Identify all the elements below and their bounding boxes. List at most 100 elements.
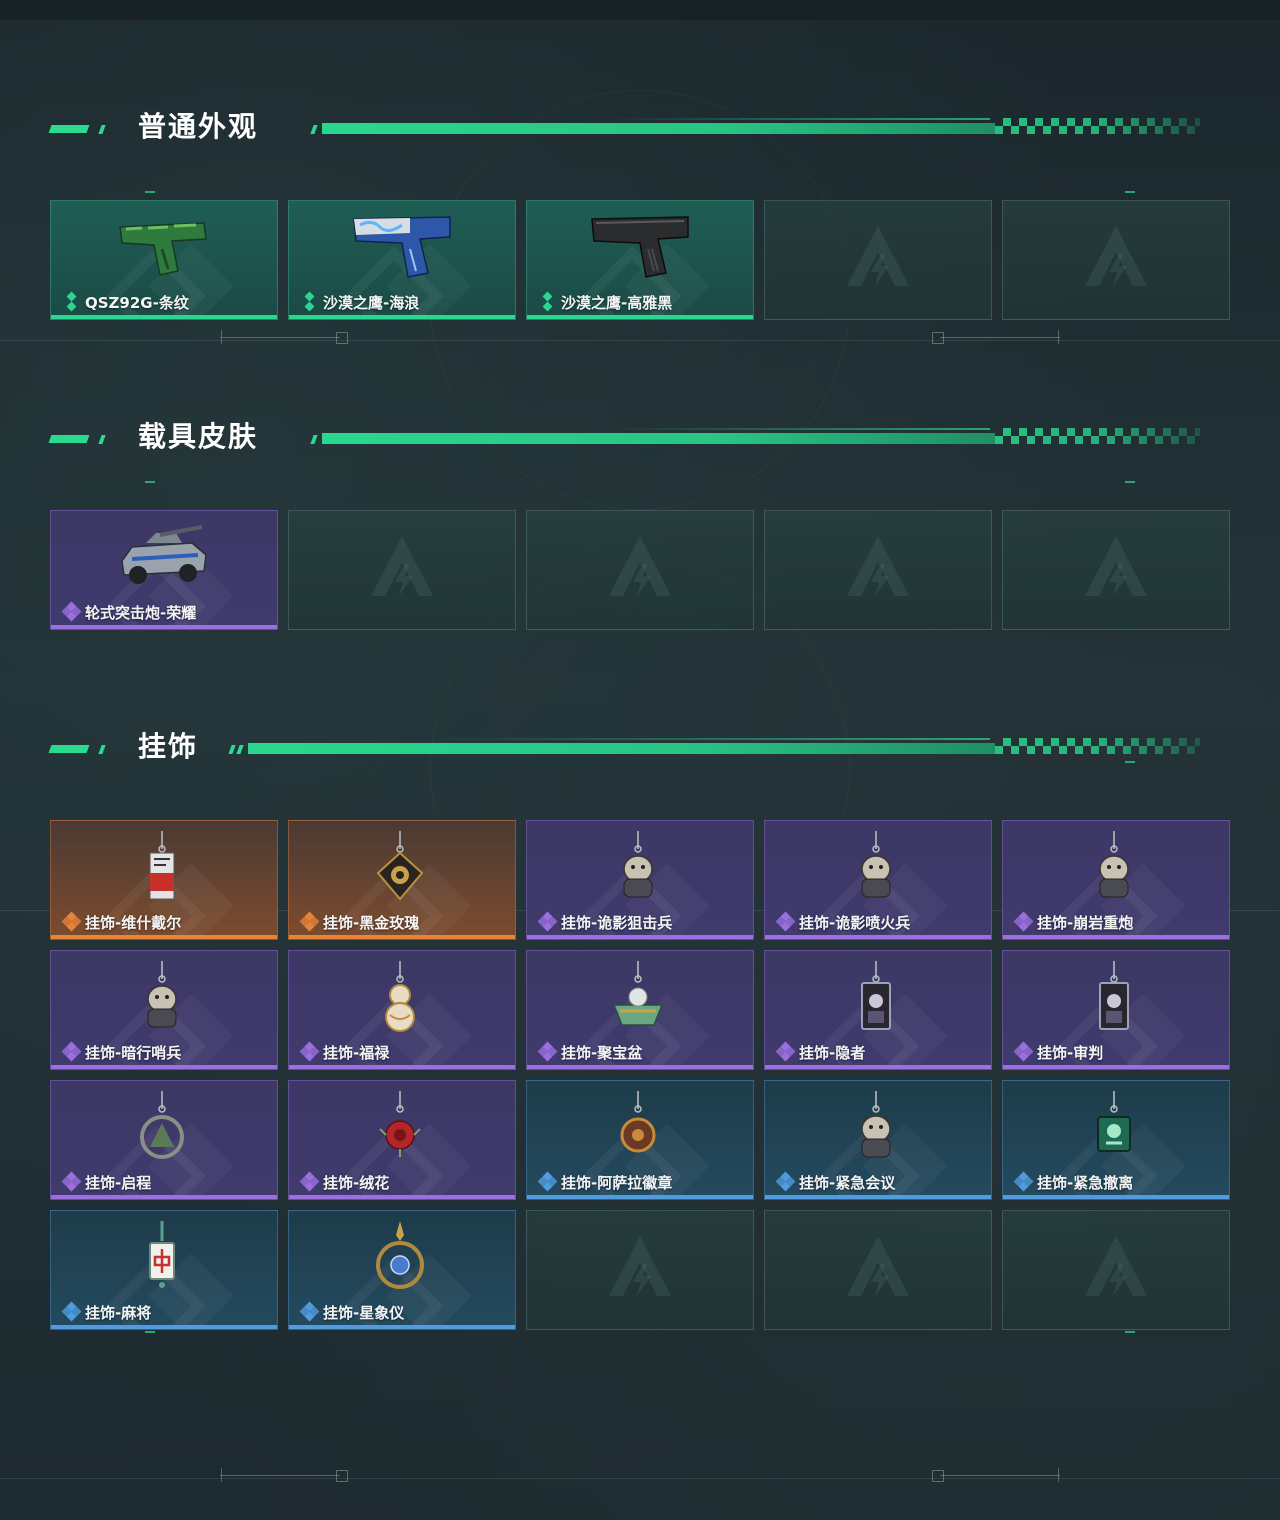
- empty-item-slot[interactable]: [764, 510, 992, 630]
- item-card[interactable]: 挂饰-崩岩重炮: [1002, 820, 1230, 940]
- header-progress-bar: [322, 123, 995, 134]
- header-thin-line: [610, 428, 990, 430]
- placeholder-logo-icon: [847, 536, 909, 597]
- rarity-stripe: [289, 1065, 515, 1069]
- charm-badge-icon: [620, 1091, 656, 1153]
- rarity-stripe: [1003, 935, 1229, 939]
- hud-line: [0, 1478, 1280, 1479]
- header-progress-bar: [322, 433, 995, 444]
- item-grid-vehicle: 轮式突击炮-荣耀: [50, 510, 1230, 630]
- charm-flower-icon: [379, 1091, 421, 1157]
- item-card[interactable]: 挂饰-麻将: [50, 1210, 278, 1330]
- placeholder-logo-icon: [371, 536, 433, 597]
- item-name: 挂饰-启程: [85, 1174, 152, 1192]
- item-card[interactable]: 挂饰-隐者: [764, 950, 992, 1070]
- charm-ring-icon: [140, 1091, 184, 1159]
- empty-item-slot[interactable]: [1002, 510, 1230, 630]
- item-card[interactable]: 挂饰-黑金玫瑰: [288, 820, 516, 940]
- item-card[interactable]: 挂饰-维什戴尔: [50, 820, 278, 940]
- rarity-orange-icon: [299, 911, 320, 932]
- rarity-stripe: [1003, 1065, 1229, 1069]
- item-name: QSZ92G-条纹: [85, 294, 189, 312]
- rarity-stripe: [765, 1065, 991, 1069]
- item-card[interactable]: 挂饰-启程: [50, 1080, 278, 1200]
- item-card[interactable]: 挂饰-星象仪: [288, 1210, 516, 1330]
- rarity-green-icon: [63, 291, 81, 312]
- item-card[interactable]: 挂饰-阿萨拉徽章: [526, 1080, 754, 1200]
- item-card[interactable]: 挂饰-福禄: [288, 950, 516, 1070]
- rarity-purple-icon: [61, 601, 82, 622]
- hud-square-marker: [336, 332, 348, 344]
- header-accent-mark: [236, 745, 244, 754]
- hud-dash: [145, 191, 155, 193]
- item-card[interactable]: 挂饰-紧急会议: [764, 1080, 992, 1200]
- header-thin-line: [430, 738, 990, 740]
- charm-card-icon: [861, 961, 891, 1030]
- item-card[interactable]: QSZ92G-条纹: [50, 200, 278, 320]
- empty-item-slot[interactable]: [526, 510, 754, 630]
- item-name: 挂饰-绒花: [323, 1174, 390, 1192]
- item-card[interactable]: 沙漠之鹰-高雅黑: [526, 200, 754, 320]
- pistol-green-icon: [119, 222, 207, 276]
- empty-item-slot[interactable]: [526, 1210, 754, 1330]
- item-name: 轮式突击炮-荣耀: [85, 604, 197, 622]
- section-header-appearance: 普通外观: [48, 108, 1210, 148]
- empty-item-slot[interactable]: [764, 200, 992, 320]
- rarity-purple-icon: [61, 1041, 82, 1062]
- charm-figure-icon: [861, 1091, 891, 1158]
- header-accent-mark: [98, 745, 106, 754]
- rarity-stripe: [527, 1195, 753, 1199]
- pistol-blue-icon: [353, 216, 451, 278]
- item-name: 挂饰-诡影喷火兵: [799, 914, 911, 932]
- section-title: 挂饰: [138, 730, 199, 763]
- rarity-stripe: [289, 1195, 515, 1199]
- rarity-stripe: [289, 935, 515, 939]
- item-name: 挂饰-阿萨拉徽章: [561, 1174, 673, 1192]
- empty-item-slot[interactable]: [764, 1210, 992, 1330]
- item-card[interactable]: 挂饰-审判: [1002, 950, 1230, 1070]
- charm-card-icon: [1099, 961, 1129, 1030]
- section-header-vehicle: 载具皮肤: [48, 418, 1210, 458]
- hud-dash: [1125, 191, 1135, 193]
- rarity-stripe: [51, 1195, 277, 1199]
- item-card[interactable]: 挂饰-诡影喷火兵: [764, 820, 992, 940]
- rarity-stripe: [765, 935, 991, 939]
- vehicle-icon: [121, 525, 207, 584]
- header-checker-pattern: [995, 118, 1200, 134]
- header-accent-bar: [48, 745, 90, 753]
- item-card[interactable]: 挂饰-绒花: [288, 1080, 516, 1200]
- rarity-stripe: [527, 935, 753, 939]
- empty-item-slot[interactable]: [288, 510, 516, 630]
- header-accent-mark: [98, 435, 106, 444]
- hud-square-marker: [336, 1470, 348, 1482]
- header-accent-mark: [228, 745, 236, 754]
- item-card[interactable]: 轮式突击炮-荣耀: [50, 510, 278, 630]
- charm-figure-icon: [1099, 831, 1129, 898]
- rarity-purple-icon: [775, 1041, 796, 1062]
- rarity-stripe: [51, 625, 277, 629]
- item-name: 挂饰-麻将: [85, 1304, 152, 1322]
- header-accent-mark: [98, 125, 106, 134]
- item-name: 挂饰-隐者: [799, 1044, 866, 1062]
- rarity-stripe: [51, 315, 277, 319]
- empty-item-slot[interactable]: [1002, 1210, 1230, 1330]
- placeholder-logo-icon: [609, 536, 671, 597]
- hud-square-marker: [932, 332, 944, 344]
- charm-tag-icon: [149, 831, 175, 900]
- header-progress-bar: [248, 743, 995, 754]
- rarity-blue-icon: [299, 1301, 320, 1322]
- item-card[interactable]: 挂饰-诡影狙击兵: [526, 820, 754, 940]
- rarity-purple-icon: [775, 911, 796, 932]
- empty-item-slot[interactable]: [1002, 200, 1230, 320]
- rarity-blue-icon: [775, 1171, 796, 1192]
- item-card[interactable]: 挂饰-暗行哨兵: [50, 950, 278, 1070]
- hud-square-marker: [932, 1470, 944, 1482]
- item-card[interactable]: 挂饰-紧急撤离: [1002, 1080, 1230, 1200]
- hud-line: [940, 337, 1060, 338]
- item-card[interactable]: 沙漠之鹰-海浪: [288, 200, 516, 320]
- item-name: 挂饰-审判: [1037, 1044, 1104, 1062]
- item-name: 沙漠之鹰-高雅黑: [561, 294, 673, 312]
- charm-bowl-icon: [612, 961, 664, 1026]
- item-card[interactable]: 挂饰-聚宝盆: [526, 950, 754, 1070]
- item-name: 挂饰-诡影狙击兵: [561, 914, 673, 932]
